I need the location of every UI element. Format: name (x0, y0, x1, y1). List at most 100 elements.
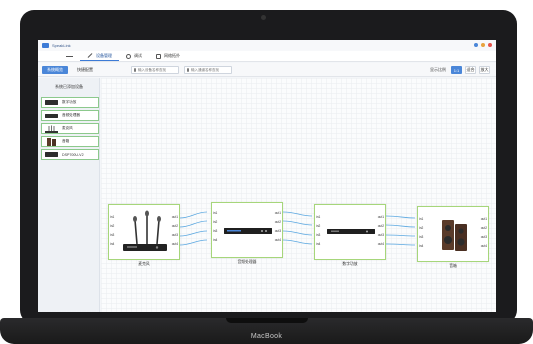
window-controls (474, 43, 492, 47)
microphone-image (123, 210, 167, 251)
laptop-notch (226, 318, 308, 323)
port-out: out1 (171, 215, 178, 219)
wire-mic-processor-4 (179, 239, 208, 246)
wrench-icon (87, 53, 93, 58)
port-out: out3 (480, 235, 487, 239)
zoom-fit-button[interactable]: 适合 (465, 66, 476, 74)
speaker-icon (47, 137, 56, 146)
sidebar-item-label: DSP700U-V2 (62, 152, 84, 157)
sidebar-item-label: 音箱 (62, 139, 70, 143)
port-out: out2 (480, 226, 487, 230)
port-in: in4 (419, 244, 424, 248)
title-bar: SpeakLink (38, 40, 496, 51)
device-search-input[interactable] (138, 66, 178, 74)
device-search[interactable] (131, 66, 179, 74)
menu-icon (66, 55, 73, 57)
toolbar: 系统概览 快捷配置 显示比例 1:1 适合 放大 (38, 63, 496, 77)
tab-device-management[interactable]: 设备管理 (80, 51, 119, 61)
search-icon (187, 68, 189, 72)
device-sidebar: 系统已添加设备 数字功放 音频处理器 麦克风 音箱 DSP700U-V2 (38, 78, 100, 312)
port-in: in3 (110, 233, 115, 237)
sidebar-item-speaker[interactable]: 音箱 (41, 136, 99, 147)
wire-mic-processor-1 (179, 211, 208, 219)
channel-search[interactable] (184, 66, 232, 74)
port-in: in1 (213, 211, 218, 215)
port-out: out1 (480, 217, 487, 221)
port-out: out1 (274, 211, 281, 215)
minimize-icon[interactable] (474, 43, 478, 47)
wire-amp-speaker-1 (385, 215, 416, 219)
node-speaker[interactable]: in1 in2 in3 in4 out1 out2 out3 out4 (417, 206, 489, 262)
close-icon[interactable] (488, 43, 492, 47)
wire-amp-speaker-4 (385, 243, 416, 246)
tab-debug[interactable]: 调试 (119, 51, 149, 61)
channel-search-input[interactable] (191, 66, 231, 74)
search-icon (134, 68, 136, 72)
sidebar-item-dsp[interactable]: DSP700U-V2 (41, 149, 99, 160)
port-in: in1 (316, 215, 321, 219)
port-out: out4 (274, 238, 281, 242)
port-out: out4 (171, 242, 178, 246)
processor-icon (45, 113, 58, 118)
app-title: SpeakLink (52, 43, 71, 48)
sidebar-item-processor[interactable]: 音频处理器 (41, 110, 99, 121)
port-in: in1 (110, 215, 115, 219)
sidebar-item-amplifier[interactable]: 数字功放 (41, 97, 99, 108)
app-logo-icon (42, 43, 49, 48)
sidebar-item-label: 音频处理器 (62, 113, 80, 117)
port-in: in3 (316, 233, 321, 237)
node-caption-amplifier: 数字功放 (342, 262, 358, 266)
port-out: out2 (274, 220, 281, 224)
sidebar-item-label: 麦克风 (62, 126, 73, 130)
quick-config-button[interactable]: 快捷配置 (72, 66, 98, 74)
wire-amp-speaker-2 (385, 224, 416, 228)
port-out: out2 (377, 224, 384, 228)
tab-debug-label: 调试 (134, 53, 142, 58)
tab-home[interactable] (56, 51, 80, 61)
tab-topology[interactable]: 网络拓扑 (149, 51, 187, 61)
node-amplifier[interactable]: in1 in2 in3 in4 out1 out2 out3 out4 (314, 204, 386, 260)
speaker-image (442, 220, 467, 251)
port-out: out1 (377, 215, 384, 219)
tab-device-management-label: 设备管理 (96, 52, 112, 58)
topology-canvas[interactable]: in1 in2 in3 in4 out1 out2 out3 out4 麦克风 … (101, 78, 496, 312)
node-processor[interactable]: in1 in2 in3 in4 out1 out2 out3 out4 (211, 202, 283, 258)
wire-processor-amp-3 (282, 230, 313, 236)
processor-image (224, 228, 272, 234)
sidebar-item-microphone[interactable]: 麦克风 (41, 123, 99, 134)
port-out: out3 (274, 229, 281, 233)
clock-icon (126, 53, 131, 59)
port-out: out3 (171, 233, 178, 237)
zoom-1-1-button[interactable]: 1:1 (451, 66, 462, 74)
dsp-icon (45, 152, 58, 157)
port-in: in4 (316, 242, 321, 246)
amplifier-icon (45, 100, 58, 105)
wire-processor-amp-1 (282, 211, 313, 217)
tab-topology-label: 网络拓扑 (164, 53, 180, 58)
maximize-icon[interactable] (481, 43, 485, 47)
app-window: SpeakLink 设备管理 调试 网络拓扑 系统概览 快捷配置 输入设备名称查… (38, 40, 496, 312)
port-in: in2 (213, 220, 218, 224)
amplifier-image (327, 229, 375, 234)
port-in: in4 (110, 242, 115, 246)
port-out: out4 (480, 244, 487, 248)
port-out: out2 (171, 224, 178, 228)
wire-mic-processor-2 (179, 220, 208, 228)
wire-amp-speaker-3 (385, 234, 416, 237)
network-icon (156, 53, 161, 59)
zoom-label: 显示比例 (430, 67, 446, 72)
sidebar-title: 系统已添加设备 (55, 84, 83, 89)
overview-button[interactable]: 系统概览 (42, 66, 68, 74)
device-brand-label: MacBook (250, 333, 283, 340)
wire-processor-amp-2 (282, 220, 313, 226)
sidebar-item-label: 数字功放 (62, 100, 77, 104)
zoom-in-button[interactable]: 放大 (479, 66, 490, 74)
port-out: out3 (377, 233, 384, 237)
microphone-icon (45, 125, 58, 133)
port-in: in1 (419, 217, 424, 221)
node-microphone[interactable]: in1 in2 in3 in4 out1 out2 out3 out4 (108, 204, 180, 260)
port-in: in3 (419, 235, 424, 239)
wire-mic-processor-3 (179, 230, 208, 237)
node-caption-processor: 音频处理器 (237, 260, 257, 264)
wire-processor-amp-4 (282, 239, 313, 245)
